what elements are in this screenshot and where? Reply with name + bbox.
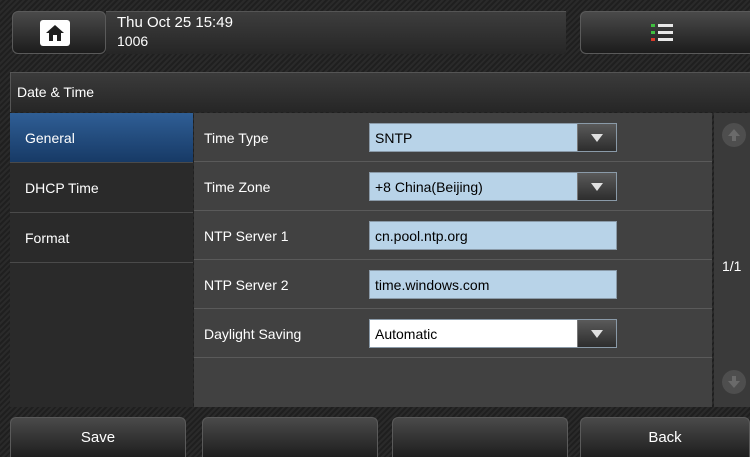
triangle-down-icon xyxy=(591,329,603,338)
page-indicator: 1/1 xyxy=(722,258,742,274)
daylight-saving-dropdown[interactable]: Automatic xyxy=(369,319,617,348)
dropdown-button[interactable] xyxy=(577,173,616,200)
status-bar: Thu Oct 25 15:49 1006 xyxy=(0,0,750,62)
settings-panel: Time Type SNTP Time Zone +8 China(Beijin… xyxy=(194,113,712,407)
ntp-server-1-input[interactable]: cn.pool.ntp.org xyxy=(369,221,617,250)
setting-row-daylight-saving: Daylight Saving Automatic xyxy=(194,309,712,358)
status-info: Thu Oct 25 15:49 1006 xyxy=(106,11,566,54)
dropdown-value: +8 China(Beijing) xyxy=(375,179,483,195)
home-icon xyxy=(40,20,70,46)
softkey-2[interactable] xyxy=(202,417,378,457)
sidebar-item-label: General xyxy=(25,130,75,146)
setting-label: NTP Server 2 xyxy=(204,277,289,293)
setting-row-time-type: Time Type SNTP xyxy=(194,113,712,162)
dropdown-value: Automatic xyxy=(375,326,438,342)
sidebar-item-dhcp-time[interactable]: DHCP Time xyxy=(10,163,193,213)
sidebar: General DHCP Time Format xyxy=(10,113,193,407)
menu-button[interactable] xyxy=(580,11,750,54)
page-title: Date & Time xyxy=(17,84,95,100)
sidebar-item-general[interactable]: General xyxy=(10,113,193,163)
dropdown-button[interactable] xyxy=(577,320,616,347)
setting-label: Daylight Saving xyxy=(204,326,302,342)
setting-row-ntp-server-1: NTP Server 1 cn.pool.ntp.org xyxy=(194,211,712,260)
date-time: Thu Oct 25 15:49 xyxy=(117,14,233,31)
sidebar-item-label: Format xyxy=(25,230,70,246)
page-scroller: 1/1 xyxy=(714,113,750,407)
input-value: time.windows.com xyxy=(375,277,490,293)
menu-list-icon xyxy=(651,24,673,42)
input-value: cn.pool.ntp.org xyxy=(375,228,468,244)
triangle-down-icon xyxy=(591,182,603,191)
softkey-label: Save xyxy=(80,429,116,446)
save-softkey[interactable]: Save xyxy=(10,417,186,457)
setting-row-time-zone: Time Zone +8 China(Beijing) xyxy=(194,162,712,211)
time-zone-dropdown[interactable]: +8 China(Beijing) xyxy=(369,172,617,201)
softkey-3[interactable] xyxy=(392,417,568,457)
setting-label: Time Zone xyxy=(204,179,271,195)
sidebar-item-format[interactable]: Format xyxy=(10,213,193,263)
setting-row-ntp-server-2: NTP Server 2 time.windows.com xyxy=(194,260,712,309)
phone-screen: Thu Oct 25 15:49 1006 Date & Time Genera… xyxy=(0,0,750,457)
setting-label: Time Type xyxy=(204,130,269,146)
triangle-down-icon xyxy=(591,133,603,142)
softkey-label: Back xyxy=(648,429,682,446)
page-title-bar: Date & Time xyxy=(10,72,750,112)
arrow-up-icon[interactable] xyxy=(722,123,746,147)
arrow-down-icon[interactable] xyxy=(722,370,746,394)
time-type-dropdown[interactable]: SNTP xyxy=(369,123,617,152)
home-button[interactable] xyxy=(12,11,106,54)
dropdown-button[interactable] xyxy=(577,124,616,151)
back-softkey[interactable]: Back xyxy=(580,417,750,457)
ntp-server-2-input[interactable]: time.windows.com xyxy=(369,270,617,299)
extension-number: 1006 xyxy=(117,33,149,49)
setting-row-empty xyxy=(194,358,712,407)
sidebar-item-label: DHCP Time xyxy=(25,180,99,196)
setting-label: NTP Server 1 xyxy=(204,228,289,244)
dropdown-value: SNTP xyxy=(375,130,413,146)
